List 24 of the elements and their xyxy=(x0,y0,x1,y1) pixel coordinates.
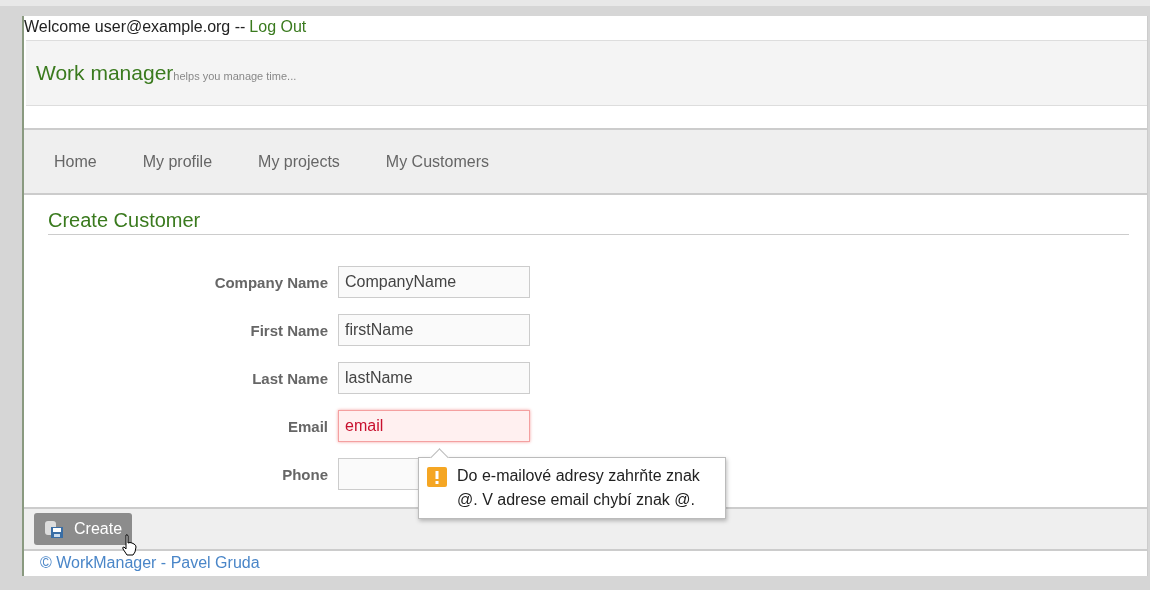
nav-link[interactable]: My Customers xyxy=(385,152,489,171)
nav-link[interactable]: My projects xyxy=(258,152,340,171)
footer-text: © WorkManager - Pavel Gruda xyxy=(39,553,261,573)
save-icon xyxy=(44,519,64,539)
input-field[interactable]: email xyxy=(338,410,530,442)
hand-cursor-icon xyxy=(121,534,137,556)
welcome-text: Welcome user@example.org -- xyxy=(24,18,246,37)
input-field[interactable]: CompanyName xyxy=(338,266,530,298)
field-label: Last Name xyxy=(251,369,328,387)
form-title: Create Customer xyxy=(48,209,1129,235)
logout-link[interactable]: Log Out xyxy=(249,18,307,40)
field-label: Phone xyxy=(281,465,328,483)
input-field[interactable]: lastName xyxy=(338,362,530,394)
tagline: helps you manage time... xyxy=(173,70,297,82)
app-title: Work manager xyxy=(36,61,174,85)
nav-link[interactable]: Home xyxy=(54,152,97,171)
field-label: Company Name xyxy=(213,273,328,291)
field-label: First Name xyxy=(249,321,328,339)
create-button[interactable]: Create xyxy=(34,513,133,545)
warning-icon xyxy=(427,467,447,487)
field-label: Email xyxy=(286,417,328,435)
input-field[interactable]: firstName xyxy=(338,314,530,346)
nav-link[interactable]: My profile xyxy=(142,152,213,171)
tooltip-text: Do e-mailové adresy zahrňte znak @. V adrese email chybí znak @. xyxy=(457,466,701,510)
